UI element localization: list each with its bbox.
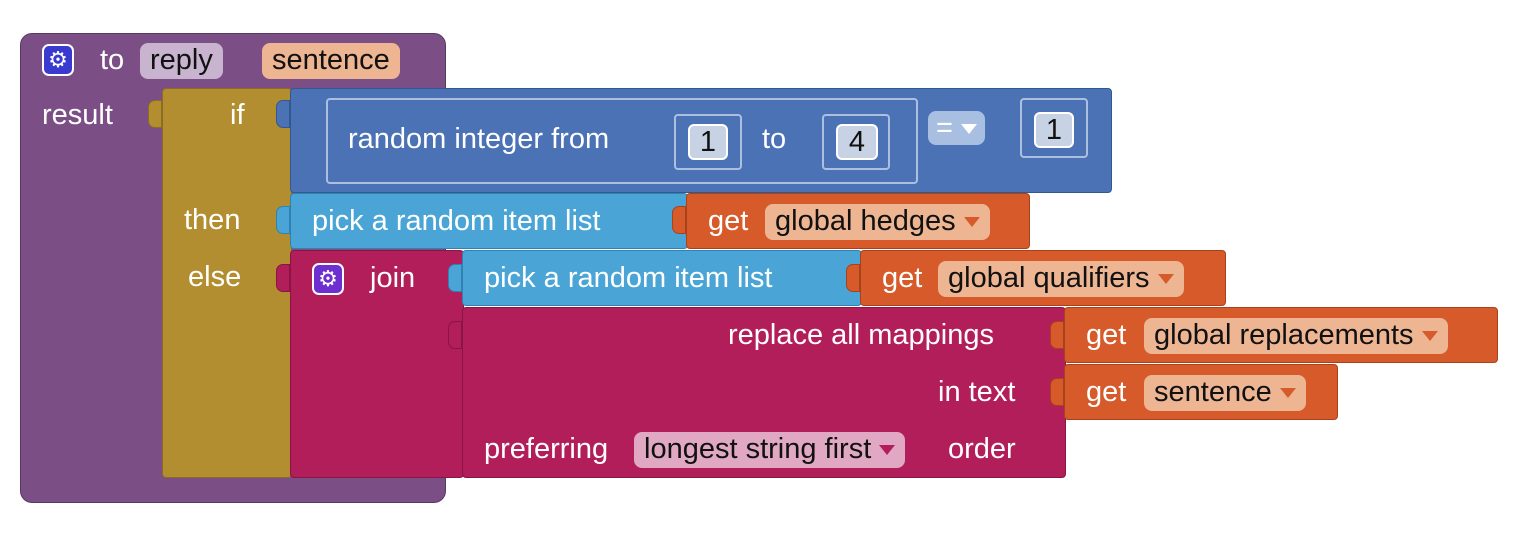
then-var-value: global hedges bbox=[775, 205, 956, 237]
compare-number[interactable]: 1 bbox=[1034, 112, 1074, 148]
then-pick-tab bbox=[276, 206, 290, 234]
then-pick-label: pick a random item list bbox=[312, 205, 601, 237]
chevron-down-icon bbox=[963, 217, 980, 228]
preference-dropdown[interactable]: longest string first bbox=[634, 432, 906, 468]
replace-var-value: global replacements bbox=[1154, 319, 1414, 351]
random-integer-label: random integer from bbox=[348, 123, 610, 155]
else-var-value: global qualifiers bbox=[948, 262, 1150, 294]
else-get-tab bbox=[846, 264, 860, 292]
replace-get-label: get bbox=[1086, 319, 1127, 351]
preferring-label: preferring bbox=[484, 433, 609, 465]
in-text-label: in text bbox=[938, 376, 1016, 408]
procedure-name-field[interactable]: reply bbox=[140, 43, 223, 79]
result-label: result bbox=[42, 99, 113, 131]
if-label: if bbox=[230, 99, 245, 131]
else-pick-label: pick a random item list bbox=[484, 262, 773, 294]
then-var-dropdown[interactable]: global hedges bbox=[765, 204, 990, 240]
text-var-dropdown[interactable]: sentence bbox=[1144, 375, 1306, 411]
chevron-down-icon bbox=[1421, 331, 1438, 342]
join-gear-icon[interactable]: ⚙ bbox=[312, 263, 344, 295]
chevron-down-icon bbox=[1279, 388, 1296, 399]
then-label: then bbox=[184, 204, 241, 236]
compare-block-tab bbox=[276, 100, 290, 128]
else-pick-tab bbox=[448, 264, 462, 292]
order-label: order bbox=[948, 433, 1016, 465]
join-label: join bbox=[370, 262, 416, 294]
replace-label: replace all mappings bbox=[728, 319, 994, 351]
else-get-label: get bbox=[882, 262, 923, 294]
operator-dropdown[interactable]: = bbox=[928, 111, 985, 145]
chevron-down-icon bbox=[960, 124, 977, 135]
preference-value: longest string first bbox=[644, 433, 872, 465]
else-label: else bbox=[188, 261, 242, 293]
operator-value: = bbox=[936, 112, 953, 144]
then-get-tab bbox=[672, 206, 686, 234]
chevron-down-icon bbox=[1157, 274, 1174, 285]
join-block-tab bbox=[276, 264, 290, 292]
procedure-param-sentence[interactable]: sentence bbox=[262, 43, 400, 79]
chevron-down-icon bbox=[879, 445, 896, 456]
text-var-value: sentence bbox=[1154, 376, 1272, 408]
replace-get-tab bbox=[1050, 321, 1064, 349]
from-number[interactable]: 1 bbox=[688, 124, 728, 160]
to-label: to bbox=[100, 44, 125, 76]
to-range-label: to bbox=[762, 123, 787, 155]
text-get-tab bbox=[1050, 378, 1064, 406]
procedure-gear-icon[interactable]: ⚙ bbox=[42, 44, 74, 76]
if-block-tab bbox=[148, 100, 162, 128]
then-get-label: get bbox=[708, 205, 749, 237]
to-number[interactable]: 4 bbox=[836, 124, 878, 160]
replace-block-tab bbox=[448, 321, 462, 349]
text-get-label: get bbox=[1086, 376, 1127, 408]
replace-var-dropdown[interactable]: global replacements bbox=[1144, 318, 1448, 354]
else-var-dropdown[interactable]: global qualifiers bbox=[938, 261, 1184, 297]
